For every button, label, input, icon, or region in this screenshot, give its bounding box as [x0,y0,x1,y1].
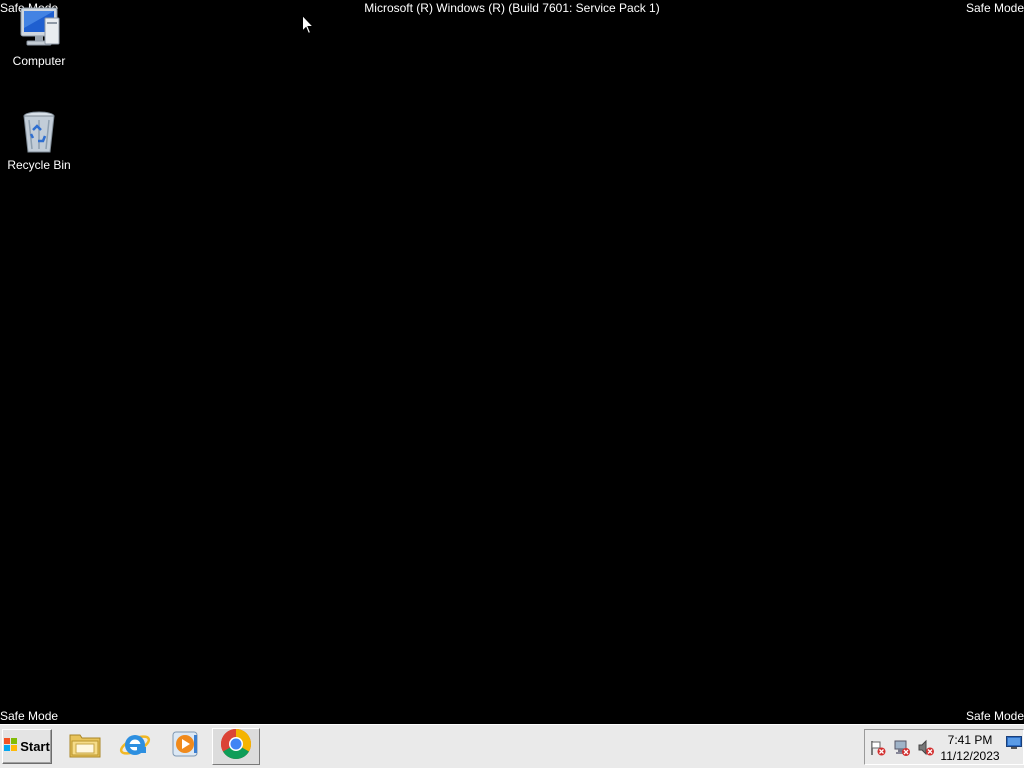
safe-mode-label-bottom-right: Safe Mode [965,709,1024,723]
desktop-icon-recycle-bin[interactable]: Recycle Bin [1,108,77,172]
taskbar-pin-explorer[interactable] [62,728,108,765]
taskbar-pin-media-player[interactable] [162,728,208,765]
taskbar-pin-internet-explorer[interactable] [112,728,158,765]
taskbar-pin-chrome[interactable] [212,728,260,765]
build-info-label: Microsoft (R) Windows (R) (Build 7601: S… [364,1,660,15]
internet-explorer-icon [119,728,151,765]
windows-media-player-icon [170,729,200,764]
action-center-flag-icon[interactable] [869,739,887,757]
desktop-icon-label: Computer [12,54,66,68]
start-label: Start [20,739,50,754]
windows-logo-icon [4,738,18,755]
computer-icon [15,4,63,52]
chrome-icon [220,728,252,765]
start-button[interactable]: Start [2,729,52,764]
clock-date: 11/12/2023 [940,749,1000,763]
safe-mode-label-top-right: Safe Mode [965,1,1024,15]
notification-area: 7:41 PM 11/12/2023 [864,729,1024,765]
network-disconnected-icon[interactable] [893,739,911,757]
recycle-bin-icon [15,108,63,156]
desktop-icon-computer[interactable]: Computer [1,4,77,68]
volume-muted-icon[interactable] [917,739,935,757]
safe-mode-label-bottom-left: Safe Mode [0,709,59,723]
windows-explorer-icon [68,729,102,764]
mouse-cursor-icon [302,14,315,35]
taskbar-clock[interactable]: 7:41 PM 11/12/2023 [937,732,1003,764]
taskbar: Start 7:41 PM 11/12/2023 [0,724,1024,768]
show-desktop-icon[interactable] [1006,736,1022,749]
clock-time: 7:41 PM [947,733,993,747]
desktop-icon-label: Recycle Bin [7,158,71,172]
